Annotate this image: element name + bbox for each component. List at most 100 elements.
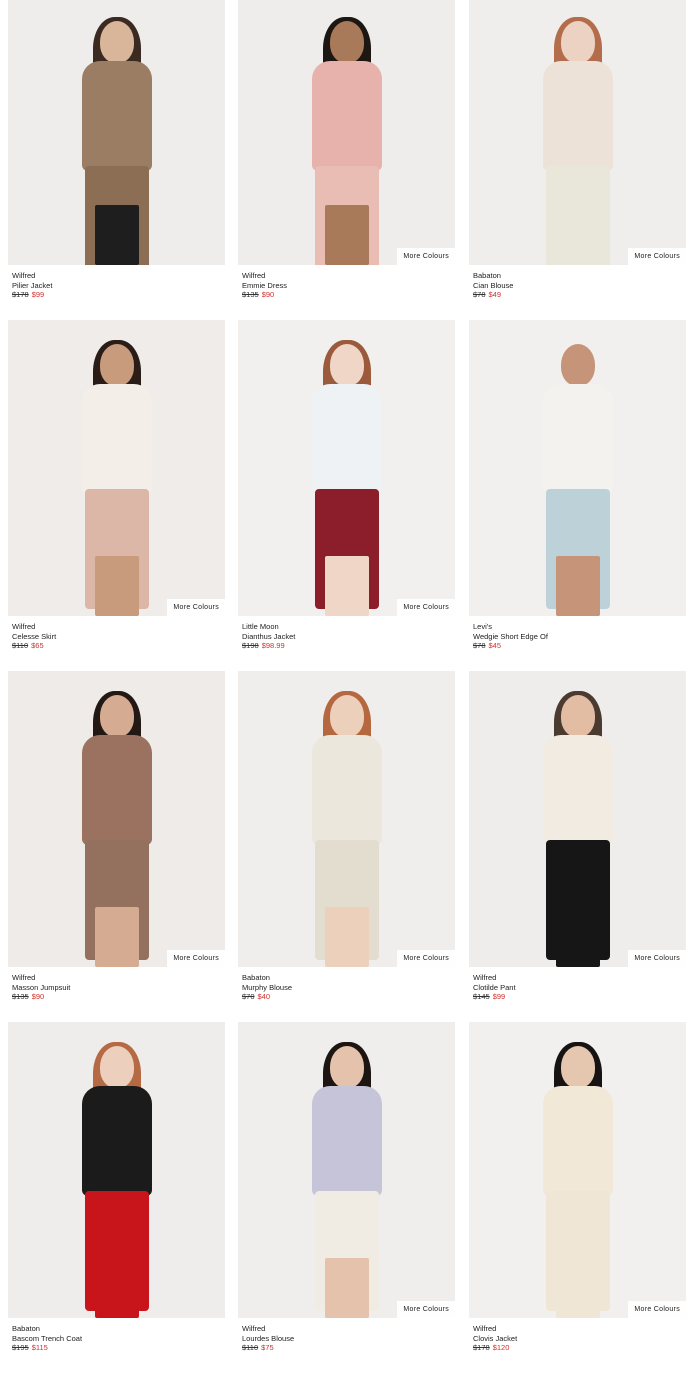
product-card[interactable]: More Colours Wilfred Masson Jumpsuit $13…: [8, 671, 225, 1022]
product-info: Wilfred Masson Jumpsuit $135 $90: [12, 973, 70, 1002]
model-legs: [324, 205, 369, 265]
product-image[interactable]: More Colours: [8, 320, 225, 616]
product-image[interactable]: More Colours: [469, 671, 686, 967]
model-figure: [57, 339, 177, 616]
product-price: $70 $40: [242, 992, 292, 1002]
product-price: $78 $49: [473, 290, 513, 300]
product-name[interactable]: Dianthus Jacket: [242, 632, 295, 642]
original-price: $110: [12, 641, 29, 650]
product-info: Levi's Wedgie Short Edge Of $78 $45: [473, 622, 548, 651]
model-legs: [555, 1258, 600, 1318]
model-head: [329, 1045, 364, 1088]
product-brand[interactable]: Wilfred: [242, 271, 287, 281]
product-image[interactable]: More Colours: [238, 671, 455, 967]
product-name[interactable]: Masson Jumpsuit: [12, 983, 70, 993]
product-price: $110 $65: [12, 641, 56, 651]
product-image[interactable]: More Colours: [238, 0, 455, 265]
model-figure: [518, 17, 638, 265]
product-price: $198 $98.99: [242, 641, 295, 651]
product-card[interactable]: More Colours Wilfred Emmie Dress $135 $90: [238, 0, 455, 351]
garment-top: [542, 61, 613, 172]
product-name[interactable]: Bascom Trench Coat: [12, 1334, 82, 1344]
product-info: Wilfred Lourdes Blouse $110 $75: [242, 1324, 294, 1353]
product-name[interactable]: Celesse Skirt: [12, 632, 56, 642]
product-brand[interactable]: Babaton: [242, 973, 292, 983]
more-colours-label[interactable]: More Colours: [628, 1301, 686, 1318]
product-image[interactable]: More Colours: [238, 320, 455, 616]
product-card[interactable]: More Colours Wilfred Clotilde Pant $145 $…: [469, 671, 686, 1022]
product-brand[interactable]: Little Moon: [242, 622, 295, 632]
garment-top: [81, 1085, 152, 1196]
product-info: Wilfred Clotilde Pant $145 $99: [473, 973, 516, 1002]
product-name[interactable]: Clovis Jacket: [473, 1334, 517, 1344]
more-colours-label[interactable]: More Colours: [397, 248, 455, 265]
product-card[interactable]: Wilfred Pilier Jacket $178 $99: [8, 0, 225, 351]
product-image[interactable]: [8, 1022, 225, 1318]
product-card[interactable]: Babaton Bascom Trench Coat $195 $115: [8, 1022, 225, 1373]
more-colours-label[interactable]: More Colours: [167, 599, 225, 616]
product-price: $110 $75: [242, 1343, 294, 1353]
model-figure: [287, 339, 407, 616]
sale-price: $49: [488, 290, 502, 299]
original-price: $198: [242, 641, 259, 650]
garment-top: [81, 61, 152, 172]
more-colours-label[interactable]: More Colours: [167, 950, 225, 967]
product-card[interactable]: More Colours Wilfred Clovis Jacket $178 $…: [469, 1022, 686, 1373]
product-brand[interactable]: Wilfred: [12, 973, 70, 983]
garment-top: [81, 734, 152, 845]
product-info: Wilfred Pilier Jacket $178 $99: [12, 271, 52, 300]
product-card[interactable]: More Colours Babaton Cian Blouse $78 $49: [469, 0, 686, 351]
model-legs: [94, 907, 139, 967]
original-price: $135: [242, 290, 259, 299]
sale-price: $75: [261, 1343, 274, 1352]
model-head: [560, 694, 595, 737]
product-brand[interactable]: Wilfred: [242, 1324, 294, 1334]
original-price: $145: [473, 992, 490, 1001]
garment-top: [311, 734, 382, 845]
more-colours-label[interactable]: More Colours: [397, 599, 455, 616]
model-legs: [324, 1258, 369, 1318]
product-name[interactable]: Clotilde Pant: [473, 983, 516, 993]
product-name[interactable]: Pilier Jacket: [12, 281, 52, 291]
product-card[interactable]: More Colours Wilfred Celesse Skirt $110 $…: [8, 320, 225, 671]
product-brand[interactable]: Wilfred: [473, 973, 516, 983]
product-image[interactable]: [469, 320, 686, 616]
model-figure: [518, 339, 638, 616]
product-brand[interactable]: Wilfred: [12, 271, 52, 281]
product-card[interactable]: More Colours Little Moon Dianthus Jacket…: [238, 320, 455, 671]
garment-top: [542, 1085, 613, 1196]
product-image[interactable]: More Colours: [469, 1022, 686, 1318]
more-colours-label[interactable]: More Colours: [628, 950, 686, 967]
more-colours-label[interactable]: More Colours: [397, 1301, 455, 1318]
product-card[interactable]: More Colours Wilfred Lourdes Blouse $110…: [238, 1022, 455, 1373]
product-name[interactable]: Wedgie Short Edge Of: [473, 632, 548, 642]
garment-top: [81, 383, 152, 494]
product-image[interactable]: [8, 0, 225, 265]
product-name[interactable]: Cian Blouse: [473, 281, 513, 291]
product-name[interactable]: Emmie Dress: [242, 281, 287, 291]
product-brand[interactable]: Wilfred: [473, 1324, 517, 1334]
model-head: [99, 1045, 134, 1088]
product-brand[interactable]: Babaton: [12, 1324, 82, 1334]
model-figure: [518, 1041, 638, 1318]
product-card[interactable]: More Colours Babaton Murphy Blouse $70 $4…: [238, 671, 455, 1022]
product-name[interactable]: Murphy Blouse: [242, 983, 292, 993]
model-head: [560, 21, 595, 64]
product-image[interactable]: More Colours: [469, 0, 686, 265]
product-brand[interactable]: Babaton: [473, 271, 513, 281]
product-card[interactable]: Levi's Wedgie Short Edge Of $78 $45: [469, 320, 686, 671]
more-colours-label[interactable]: More Colours: [397, 950, 455, 967]
product-image[interactable]: More Colours: [238, 1022, 455, 1318]
product-brand[interactable]: Wilfred: [12, 622, 56, 632]
product-name[interactable]: Lourdes Blouse: [242, 1334, 294, 1344]
product-brand[interactable]: Levi's: [473, 622, 548, 632]
model-head: [329, 21, 364, 64]
product-image[interactable]: More Colours: [8, 671, 225, 967]
garment-top: [542, 734, 613, 845]
sale-price: $99: [31, 290, 45, 299]
garment-top: [311, 383, 382, 494]
model-legs: [94, 556, 139, 616]
more-colours-label[interactable]: More Colours: [628, 248, 686, 265]
model-legs: [94, 1258, 139, 1318]
product-price: $135 $90: [12, 992, 70, 1002]
